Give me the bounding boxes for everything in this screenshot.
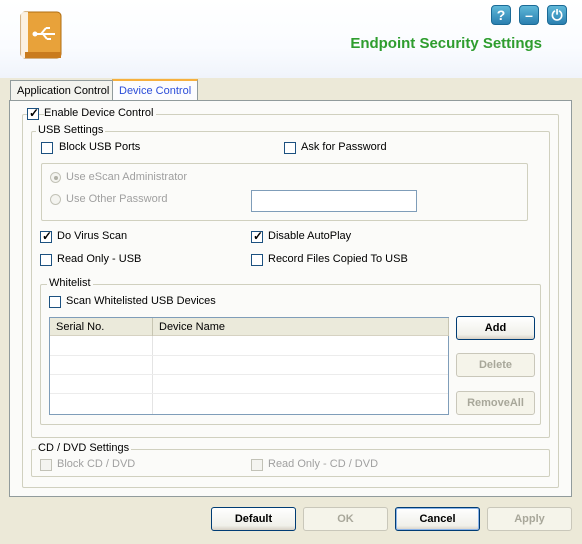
add-button[interactable]: Add bbox=[456, 316, 535, 340]
usb-settings-legend: USB Settings bbox=[36, 124, 106, 136]
whitelist-legend: Whitelist bbox=[47, 277, 93, 289]
row-divider bbox=[50, 355, 448, 356]
block-cd-dvd-checkbox[interactable] bbox=[40, 459, 52, 471]
scan-whitelisted-checkbox[interactable] bbox=[49, 296, 61, 308]
enable-device-control-checkbox[interactable]: ✓ bbox=[27, 106, 39, 120]
use-other-password-radio[interactable] bbox=[50, 194, 61, 205]
column-serial-no[interactable]: Serial No. bbox=[50, 318, 153, 336]
whitelist-table[interactable]: Serial No. Device Name bbox=[49, 317, 449, 415]
use-other-password-label: Use Other Password bbox=[66, 193, 168, 205]
block-usb-label: Block USB Ports bbox=[59, 141, 141, 153]
row-divider bbox=[50, 374, 448, 375]
page-title: Endpoint Security Settings bbox=[350, 35, 542, 52]
disable-autoplay-checkbox[interactable]: ✓ bbox=[251, 229, 263, 243]
record-files-checkbox[interactable] bbox=[251, 254, 263, 266]
ask-password-label: Ask for Password bbox=[301, 141, 387, 153]
scan-whitelisted-label: Scan Whitelisted USB Devices bbox=[66, 295, 216, 307]
power-icon[interactable]: ⏻ bbox=[547, 5, 567, 25]
use-escan-admin-radio[interactable] bbox=[50, 172, 61, 183]
record-files-label: Record Files Copied To USB bbox=[268, 253, 408, 265]
delete-button[interactable]: Delete bbox=[456, 353, 535, 377]
minimize-icon[interactable]: – bbox=[519, 5, 539, 25]
usb-drive-icon bbox=[20, 11, 62, 59]
other-password-field[interactable] bbox=[251, 190, 417, 212]
column-device-name[interactable]: Device Name bbox=[153, 318, 449, 336]
do-virus-scan-label: Do Virus Scan bbox=[57, 230, 128, 242]
apply-button[interactable]: Apply bbox=[487, 507, 572, 531]
column-divider bbox=[152, 336, 153, 414]
ask-password-checkbox[interactable] bbox=[284, 142, 296, 154]
do-virus-scan-checkbox[interactable]: ✓ bbox=[40, 229, 52, 243]
row-divider bbox=[50, 393, 448, 394]
cancel-button[interactable]: Cancel bbox=[395, 507, 480, 531]
block-usb-checkbox[interactable] bbox=[41, 142, 53, 154]
tab-application-control[interactable]: Application Control bbox=[10, 80, 117, 101]
read-only-cd-dvd-label: Read Only - CD / DVD bbox=[268, 458, 379, 470]
use-escan-admin-label: Use eScan Administrator bbox=[66, 171, 188, 183]
header-bar: ? – ⏻ Endpoint Security Settings bbox=[0, 0, 582, 78]
remove-all-button[interactable]: RemoveAll bbox=[456, 391, 535, 415]
read-only-cd-dvd-checkbox[interactable] bbox=[251, 459, 263, 471]
table-header: Serial No. Device Name bbox=[50, 318, 449, 336]
read-only-usb-label: Read Only - USB bbox=[57, 253, 142, 265]
disable-autoplay-label: Disable AutoPlay bbox=[268, 230, 352, 242]
block-cd-dvd-label: Block CD / DVD bbox=[57, 458, 136, 470]
read-only-usb-checkbox[interactable] bbox=[40, 254, 52, 266]
ok-button[interactable]: OK bbox=[303, 507, 388, 531]
tab-device-control[interactable]: Device Control bbox=[112, 79, 199, 101]
enable-device-control-label: Enable Device Control bbox=[44, 107, 157, 119]
cd-dvd-settings-legend: CD / DVD Settings bbox=[36, 442, 132, 454]
help-icon[interactable]: ? bbox=[491, 5, 511, 25]
default-button[interactable]: Default bbox=[211, 507, 296, 531]
